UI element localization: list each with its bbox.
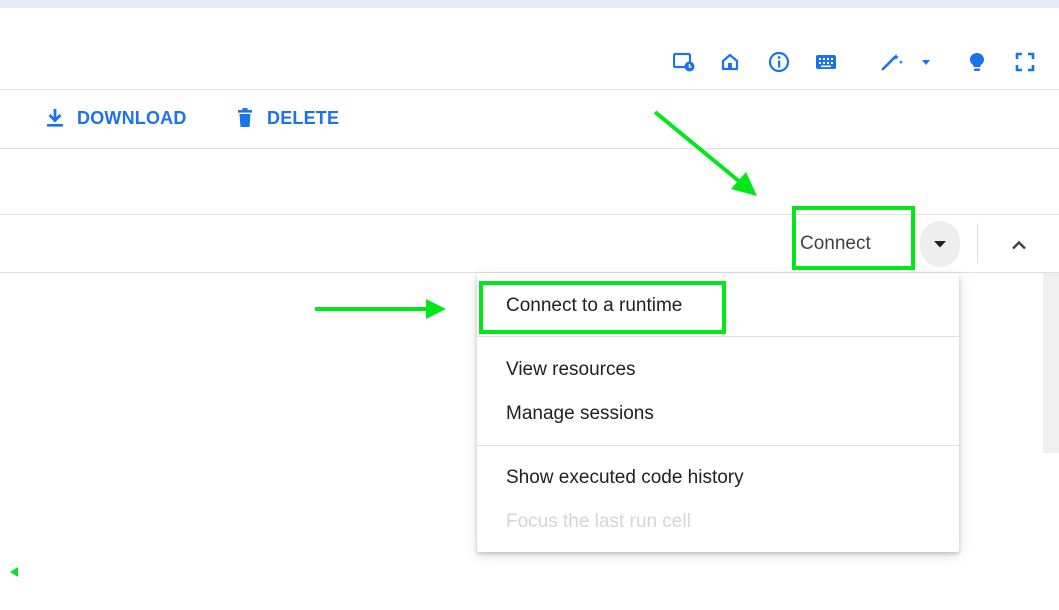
stray-arrow-mark — [10, 567, 18, 577]
arrow-to-connect — [653, 110, 742, 184]
annotation-arrows — [10, 110, 757, 577]
arrow-head-menu-item — [426, 299, 446, 319]
